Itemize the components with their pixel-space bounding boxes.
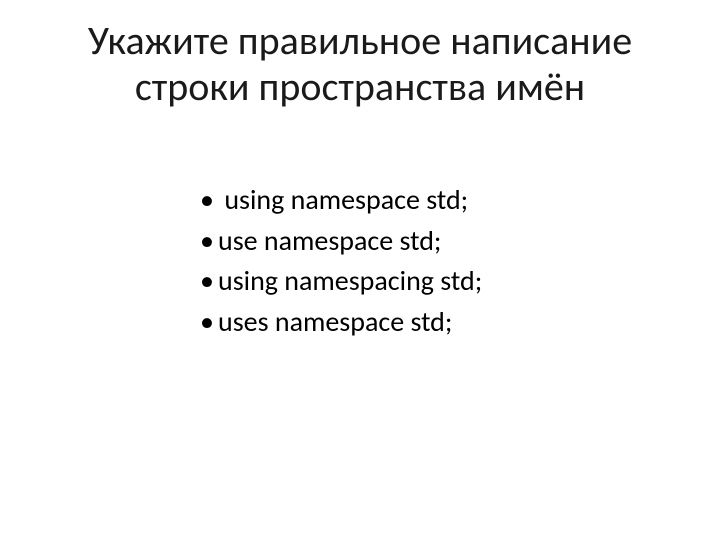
option-text: use namespace std; bbox=[218, 223, 441, 258]
list-item: •uses namespace std; bbox=[200, 302, 600, 343]
options-list: • using namespace std; •use namespace st… bbox=[200, 180, 600, 342]
option-text: uses namespace std; bbox=[218, 304, 452, 339]
bullet-icon: • bbox=[200, 261, 218, 302]
list-item: •use namespace std; bbox=[200, 221, 600, 262]
list-item: •using namespacing std; bbox=[200, 261, 600, 302]
bullet-icon: • bbox=[200, 221, 218, 262]
bullet-icon: • bbox=[200, 180, 218, 221]
option-text: using namespacing std; bbox=[218, 263, 482, 298]
title-line-2: строки пространства имён bbox=[135, 62, 585, 111]
option-text: using namespace std; bbox=[218, 182, 468, 217]
title-line-1: Укажите правильное написание bbox=[88, 16, 632, 65]
slide-title: Укажите правильное написание строки прос… bbox=[0, 18, 720, 110]
slide: Укажите правильное написание строки прос… bbox=[0, 0, 720, 540]
list-item: • using namespace std; bbox=[200, 180, 600, 221]
bullet-icon: • bbox=[200, 302, 218, 343]
